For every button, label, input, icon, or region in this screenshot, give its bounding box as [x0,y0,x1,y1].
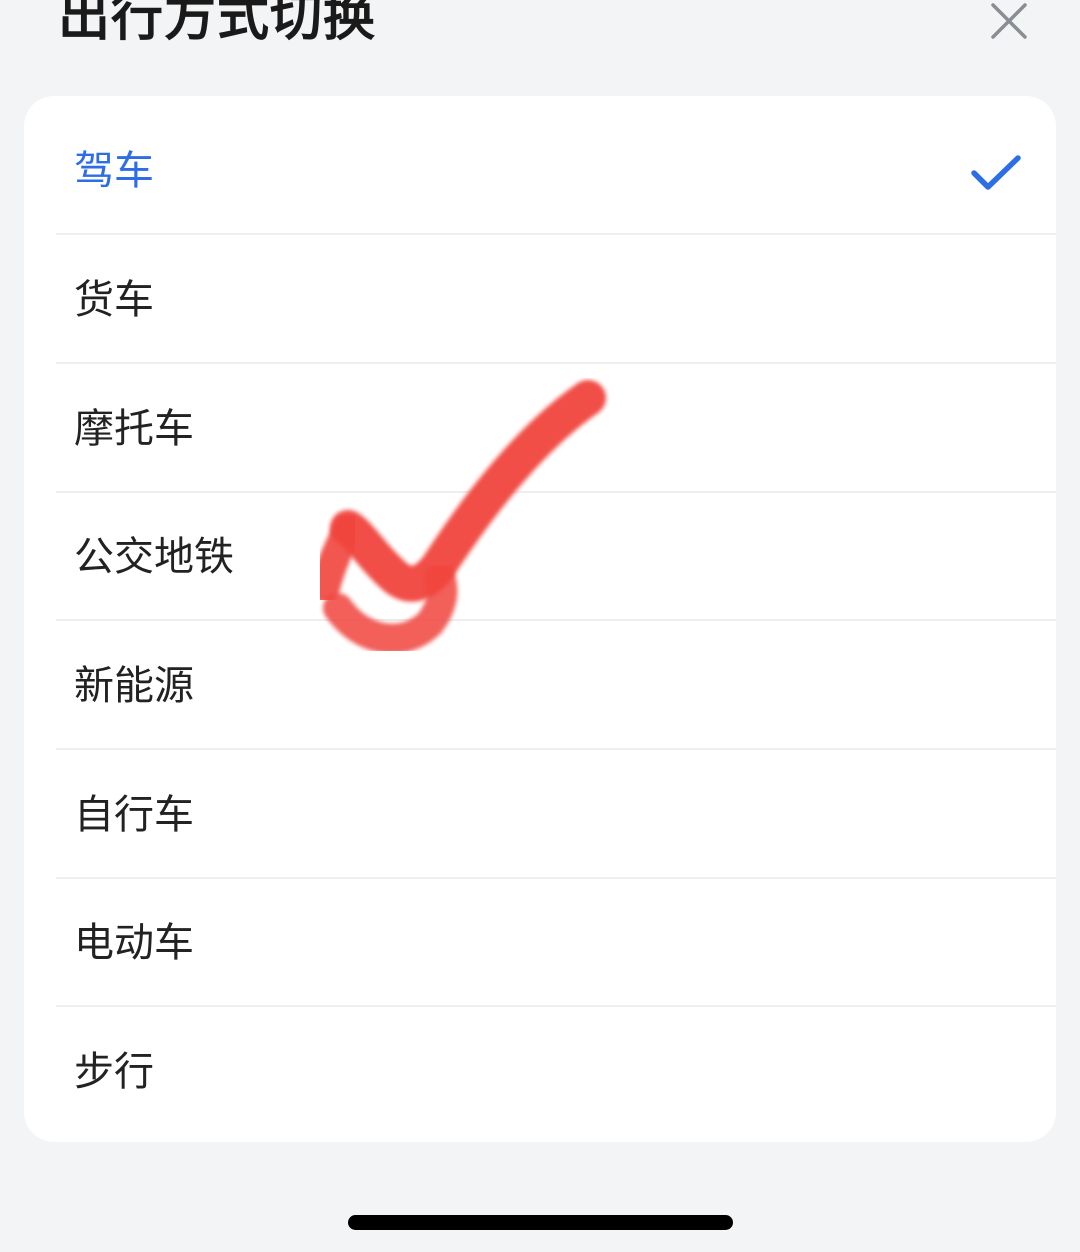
close-button[interactable] [982,0,1036,48]
mode-option-transit[interactable]: 公交地铁 [24,492,1056,621]
mode-option-label: 摩托车 [74,405,194,452]
mode-option-ebike[interactable]: 电动车 [24,878,1056,1007]
home-indicator-bar [348,1215,733,1230]
mode-option-label: 新能源 [74,662,194,709]
close-icon [991,3,1027,39]
mode-option-label: 公交地铁 [74,533,234,580]
mode-option-new-energy[interactable]: 新能源 [24,621,1056,750]
mode-option-motorcycle[interactable]: 摩托车 [24,364,1056,493]
mode-option-label: 步行 [74,1048,154,1095]
mode-option-label: 电动车 [74,919,194,966]
checkmark-icon [971,155,1021,190]
travel-mode-list: 驾车 货车 摩托车 公交地铁 新能源 自行车 电动车 步行 [24,96,1056,1142]
mode-option-drive[interactable]: 驾车 [24,106,1056,235]
mode-option-walk[interactable]: 步行 [24,1007,1056,1136]
mode-option-label: 货车 [74,276,154,323]
page-title: 出行方式切换 [58,0,377,48]
mode-option-label: 自行车 [74,791,194,838]
mode-option-label: 驾车 [74,147,154,194]
mode-option-bicycle[interactable]: 自行车 [24,750,1056,879]
mode-option-truck[interactable]: 货车 [24,235,1056,364]
